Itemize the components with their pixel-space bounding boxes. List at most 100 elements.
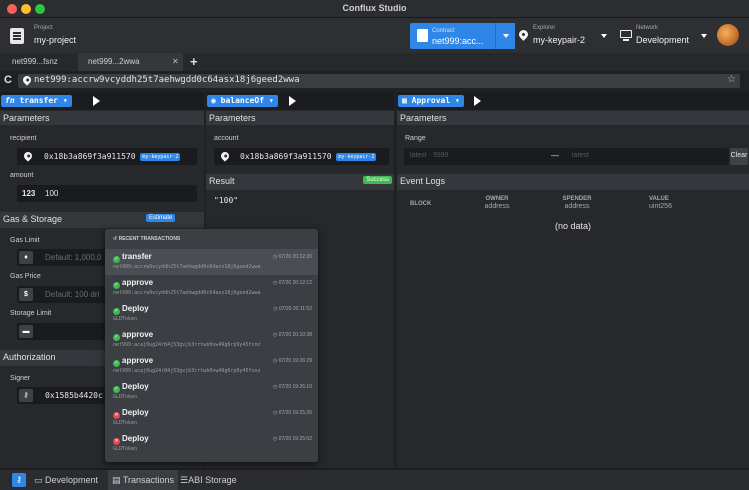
tab-bar: net999...fsnz net999...2wwa ✕ +: [0, 53, 749, 71]
project-selector[interactable]: Project my-project: [0, 18, 120, 53]
transaction-target: net999:acaj0ug24r84j53gvjb3rrtwb0vw49g6r…: [113, 342, 261, 348]
gas-limit-placeholder: Default: 1,000,0: [45, 253, 102, 262]
transaction-name: ✓ approve: [113, 330, 153, 341]
account-label: account: [214, 135, 239, 142]
transaction-name-text: transfer: [122, 252, 152, 261]
result-header: Result Success: [206, 174, 394, 190]
event-name: Approval: [411, 96, 451, 105]
transaction-name: ✓ Deploy: [113, 382, 149, 393]
method-selector[interactable]: ◉ balanceOf ▾: [207, 95, 278, 107]
transaction-time-text: 07/20 19:26:29: [278, 358, 312, 364]
signer-value: 0x1585b4420c: [45, 391, 103, 400]
transaction-name: ✓ transfer: [113, 252, 152, 263]
contract-file-icon: [417, 29, 428, 42]
explorer-selector[interactable]: Explorer my-keypair-2: [515, 18, 605, 53]
dollar-icon: $: [19, 288, 33, 301]
key-icon[interactable]: ⚷: [12, 473, 26, 487]
development-tab[interactable]: ▭ Development: [34, 475, 98, 486]
gas-price-placeholder: Default: 100 dri: [45, 290, 100, 299]
transaction-name: ✕ Deploy: [113, 434, 149, 445]
amount-field[interactable]: 123 100: [17, 185, 197, 202]
chevron-down-icon: ▾: [62, 96, 68, 105]
gas-storage-header: Gas & Storage Estimate: [0, 212, 204, 228]
column-value: VALUE: [649, 196, 669, 202]
star-icon[interactable]: ☆: [727, 74, 736, 85]
clear-button[interactable]: Clear: [730, 148, 748, 165]
refresh-icon[interactable]: C: [4, 74, 12, 86]
execute-button[interactable]: [289, 96, 296, 106]
transaction-item[interactable]: ✓ approve net999:acaj0ug24r84j53gvjb3rrtwb…: [105, 327, 318, 353]
explorer-dropdown-button[interactable]: [596, 23, 612, 49]
execute-button[interactable]: [93, 96, 100, 106]
app-header: Project my-project Contract net999:acc..…: [0, 18, 749, 53]
status-bar: ⚷ ▭ Development ▤ Transactions ☰ABI Stor…: [0, 469, 749, 490]
tab-2[interactable]: net999...2wwa ✕: [78, 53, 183, 71]
list-icon: ▤: [112, 475, 121, 485]
empty-state: (no data): [554, 221, 592, 231]
contract-dropdown-button[interactable]: [495, 23, 515, 49]
panel-header: ▦ Approval ▾: [397, 92, 749, 110]
chevron-down-icon: ▾: [455, 96, 460, 105]
success-check-icon: ✓: [113, 256, 120, 263]
flame-icon: ♦: [19, 251, 33, 264]
transaction-item[interactable]: ✓ Deploy GLDToken ◷ 07/20 20:11:52: [105, 301, 318, 327]
transaction-item[interactable]: ✕ Deploy GLDToken ◷ 07/20 19:25:26: [105, 405, 318, 431]
network-dropdown-button[interactable]: [697, 23, 711, 49]
transaction-item[interactable]: ✓ transfer net999:accrw9vcyddh25t7aehwgdd0…: [105, 249, 318, 275]
account-field[interactable]: 0x18b3a869f3a911570 my-keypair-2: [214, 148, 389, 165]
execute-button[interactable]: [474, 96, 481, 106]
transactions-tab[interactable]: ▤ Transactions: [108, 470, 179, 490]
project-label: Project: [34, 25, 53, 31]
transaction-target: GLDToken: [113, 394, 138, 400]
chevron-down-icon: [503, 34, 509, 38]
gas-price-label: Gas Price: [10, 273, 41, 280]
recipient-value: 0x18b3a869f3a911570: [44, 152, 136, 161]
estimate-button[interactable]: Estimate: [146, 214, 176, 222]
transaction-item[interactable]: ✓ approve net999:acaj0ug24r84j53gvjb3rrtwb…: [105, 353, 318, 379]
function-icon: fn: [5, 96, 15, 105]
transaction-item[interactable]: ✓ Deploy GLDToken ◷ 07/20 19:26:10: [105, 379, 318, 405]
transaction-item[interactable]: ✕ Deploy GLDToken ◷ 07/20 19:25:02: [105, 431, 318, 457]
parameters-header: Parameters: [0, 111, 204, 125]
close-tab-icon[interactable]: ✕: [172, 57, 179, 66]
contract-value: net999:acc...: [432, 36, 484, 46]
event-logs-header: Event Logs: [397, 174, 749, 190]
popup-title: ↺ RECENT TRANSACTIONS: [113, 236, 181, 242]
tab-1[interactable]: net999...fsnz: [0, 53, 78, 71]
transaction-time: ◷ 07/20 20:12:12: [273, 280, 312, 286]
abi-storage-tab[interactable]: ☰ABI Storage: [180, 475, 237, 486]
transaction-target: net999:acaj0ug24r84j53gvjb3rrtwb0vw49g6r…: [113, 368, 261, 374]
range-to-input[interactable]: latest: [572, 152, 589, 159]
network-selector[interactable]: Network Development: [615, 18, 695, 53]
transaction-name-text: approve: [122, 356, 154, 365]
transaction-time: ◷ 07/20 20:12:20: [273, 254, 312, 260]
transaction-name: ✓ approve: [113, 356, 153, 367]
project-name: my-project: [34, 35, 77, 45]
transaction-target: GLDToken: [113, 316, 138, 322]
location-pin-icon: [517, 28, 530, 41]
transaction-name: ✕ Deploy: [113, 408, 149, 419]
transaction-name-text: approve: [122, 330, 154, 339]
user-avatar[interactable]: [717, 24, 739, 46]
new-tab-button[interactable]: +: [190, 54, 198, 69]
range-from-input[interactable]: latest - 9999: [410, 152, 449, 159]
transaction-name-text: Deploy: [122, 434, 149, 443]
transaction-name-text: Deploy: [122, 382, 149, 391]
transaction-name: ✓ Deploy: [113, 304, 149, 315]
transaction-item[interactable]: ✓ approve net999:accrw9vcyddh25t7aehwgdd0c…: [105, 275, 318, 301]
column-value-type: uint256: [649, 203, 672, 210]
network-label: Network: [636, 25, 659, 31]
range-separator: —: [551, 151, 559, 160]
event-selector[interactable]: ▦ Approval ▾: [398, 95, 464, 107]
method-name: balanceOf: [220, 96, 265, 105]
contract-label: Contract: [432, 28, 455, 34]
storage-limit-label: Storage Limit: [10, 310, 52, 317]
method-selector[interactable]: fn transfer ▾: [1, 95, 72, 107]
recipient-field[interactable]: 0x18b3a869f3a911570 my-keypair-2: [17, 148, 197, 165]
panel-header: ◉ balanceOf ▾: [206, 92, 394, 110]
gas-limit-label: Gas Limit: [10, 237, 40, 244]
transaction-time-text: 07/20 20:12:12: [278, 280, 312, 286]
panel-header: fn transfer ▾: [0, 92, 204, 110]
transaction-name: ✓ approve: [113, 278, 153, 289]
transaction-target: GLDToken: [113, 446, 138, 452]
